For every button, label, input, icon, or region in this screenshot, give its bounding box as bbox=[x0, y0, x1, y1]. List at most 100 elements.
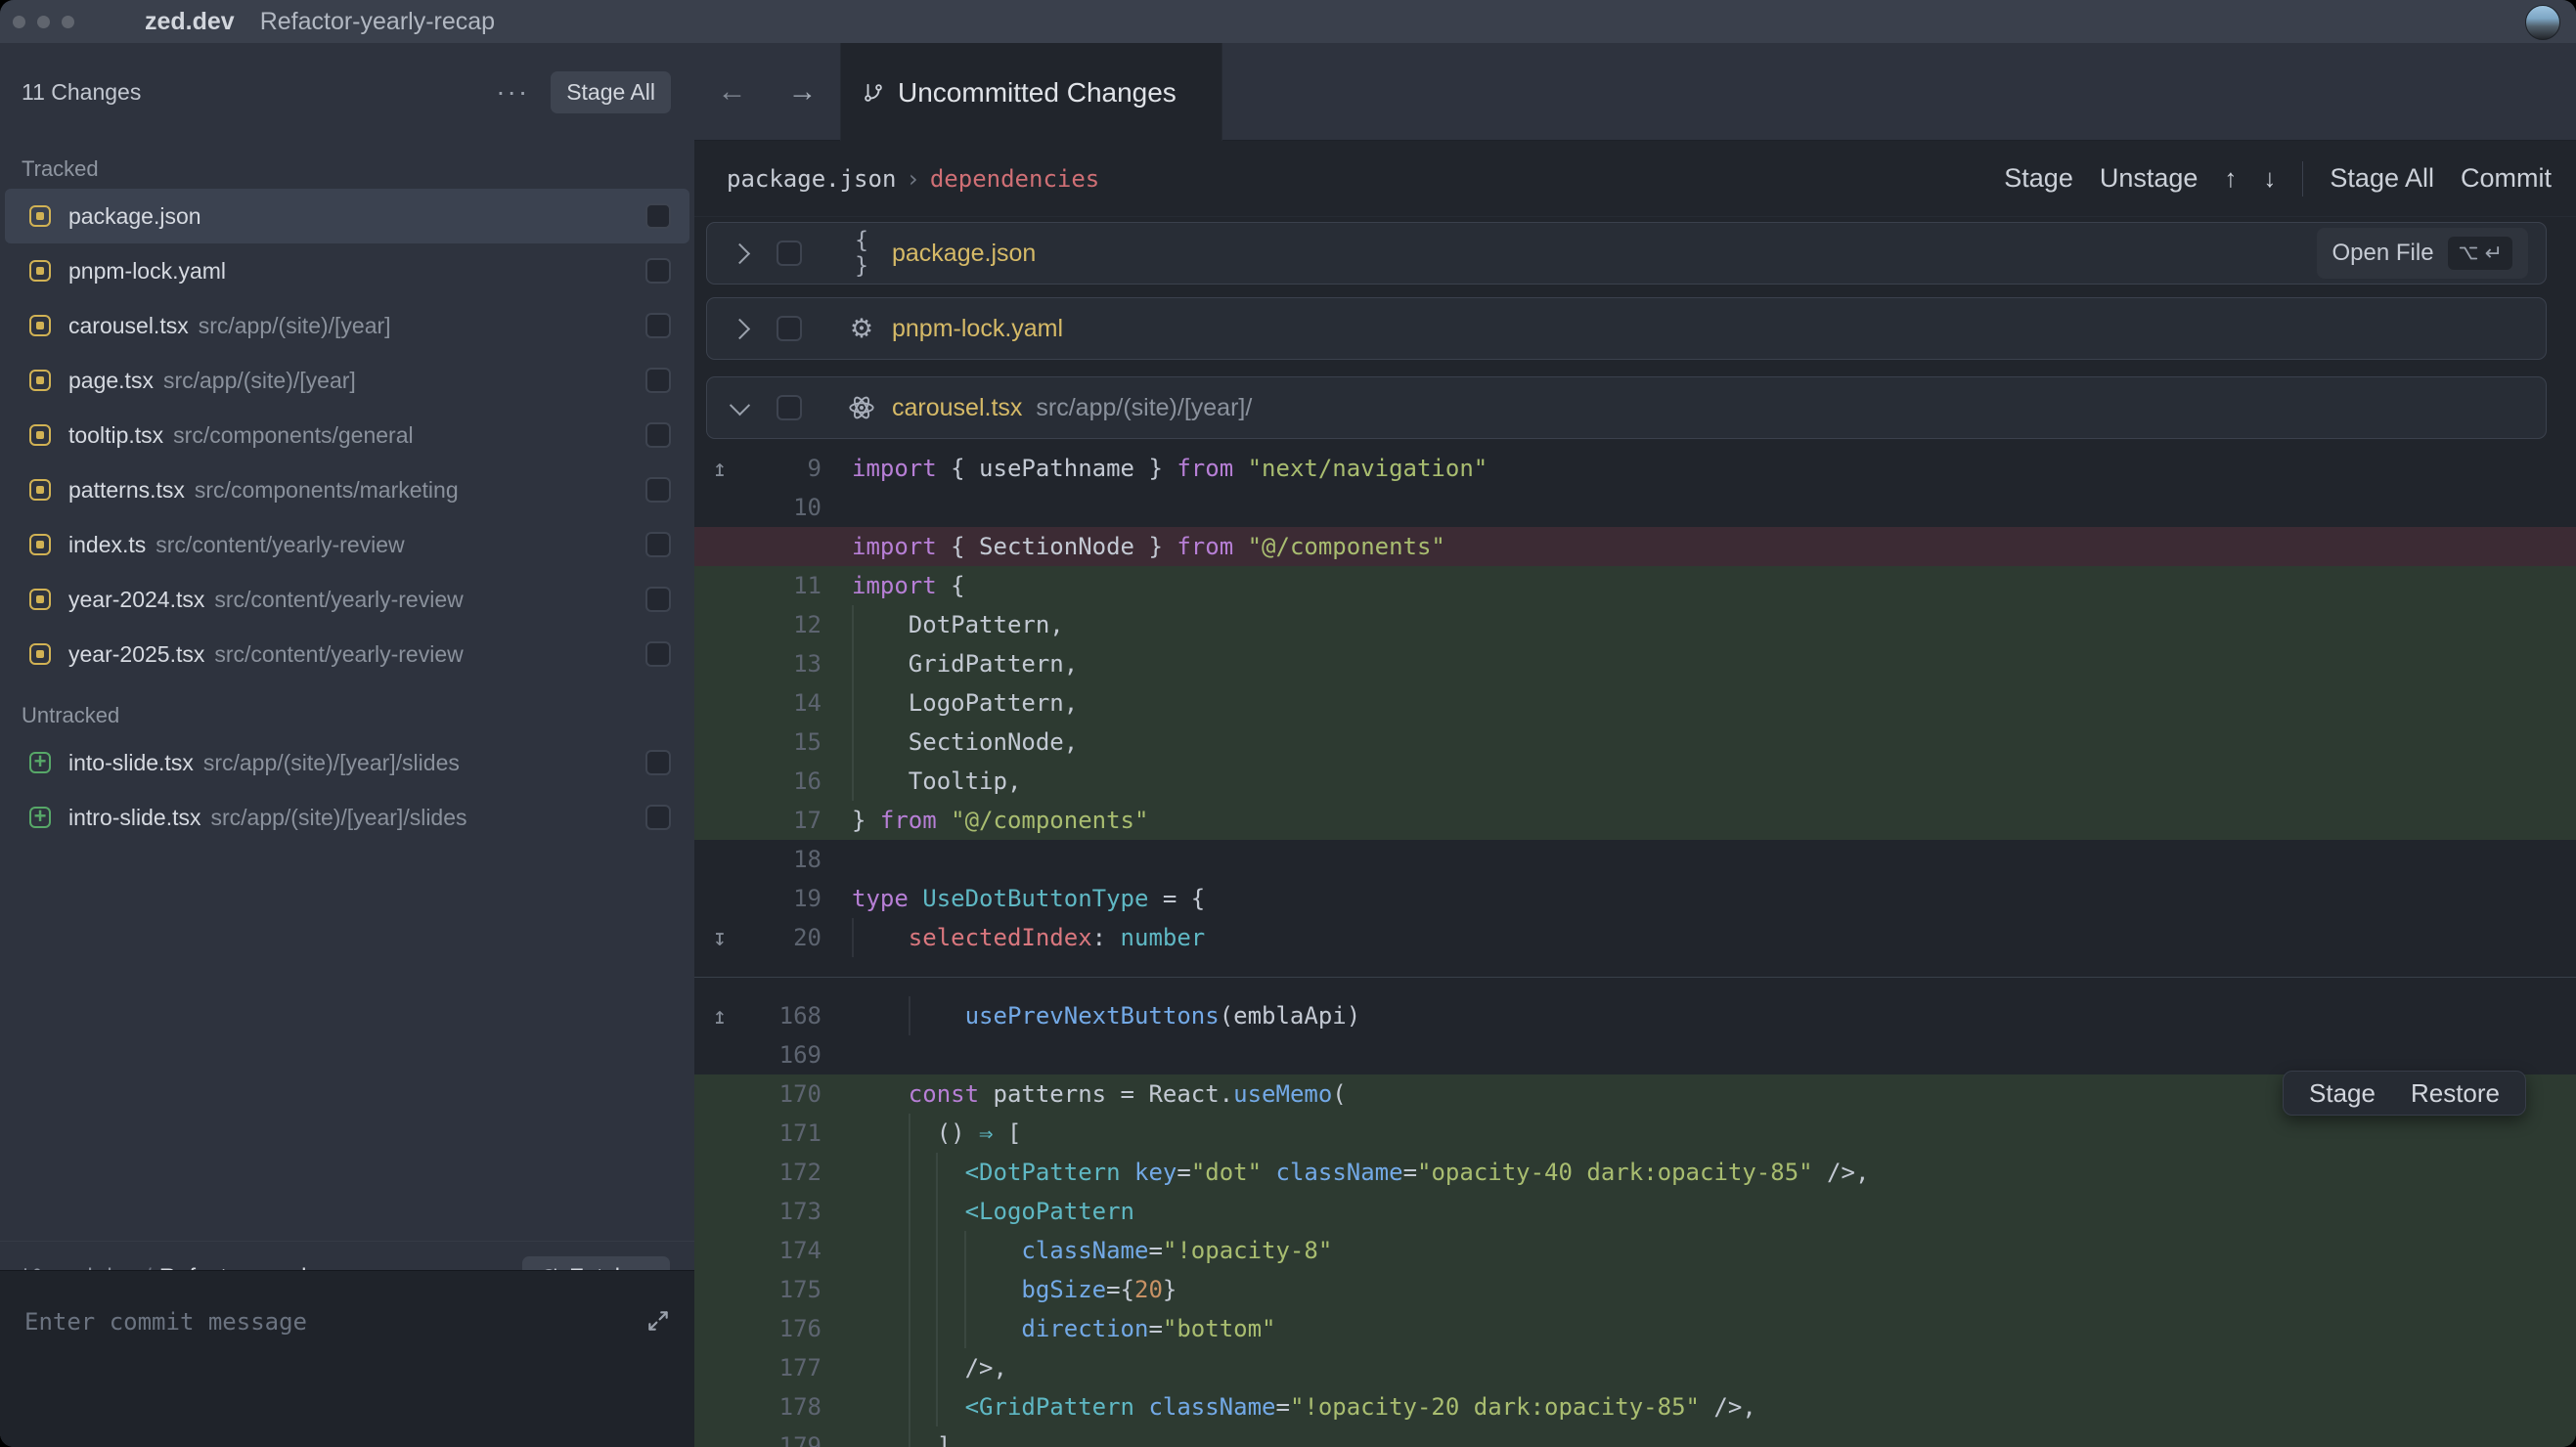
file-checkbox[interactable] bbox=[645, 750, 671, 775]
code-text: GridPattern, bbox=[852, 650, 1078, 678]
added-code-line[interactable]: 177 />, bbox=[694, 1348, 2576, 1387]
panel-stage-all-button[interactable]: Stage All bbox=[551, 71, 671, 113]
stage-button[interactable]: Stage bbox=[2004, 163, 2073, 194]
section-label: Tracked bbox=[0, 141, 694, 189]
sidebar-file-row[interactable]: year-2025.tsxsrc/content/yearly-review bbox=[5, 627, 689, 681]
sidebar-file-row[interactable]: intro-slide.tsxsrc/app/(site)/[year]/sli… bbox=[5, 790, 689, 845]
file-checkbox[interactable] bbox=[645, 368, 671, 393]
code-text: type UseDotButtonType = { bbox=[852, 885, 1205, 912]
code-line[interactable]: 18 bbox=[694, 840, 2576, 879]
code-line[interactable]: 169 bbox=[694, 1035, 2576, 1074]
file-path: src/content/yearly-review bbox=[155, 532, 636, 558]
sidebar-file-row[interactable]: into-slide.tsxsrc/app/(site)/[year]/slid… bbox=[5, 735, 689, 790]
breadcrumb[interactable]: package.json›dependencies bbox=[727, 165, 1099, 193]
added-code-line[interactable]: 173 <LogoPattern bbox=[694, 1192, 2576, 1231]
open-file-label: Open File bbox=[2332, 240, 2434, 267]
file-checkbox[interactable] bbox=[645, 203, 671, 229]
code-text: import { SectionNode } from "@/component… bbox=[852, 533, 1445, 560]
editor-pane: ← → Uncommitted Changes package.json›dep… bbox=[694, 43, 2576, 1447]
sidebar-file-row[interactable]: index.tssrc/content/yearly-review bbox=[5, 517, 689, 572]
tab-uncommitted-changes[interactable]: Uncommitted Changes bbox=[841, 43, 1222, 142]
file-checkbox[interactable] bbox=[645, 258, 671, 284]
line-number: 17 bbox=[737, 807, 822, 834]
expand-up-icon[interactable]: ↥ bbox=[702, 1002, 737, 1030]
expand-down-icon[interactable]: ↧ bbox=[702, 924, 737, 951]
prev-hunk-button[interactable]: ↑ bbox=[2224, 163, 2237, 194]
zoom-window-button[interactable] bbox=[62, 16, 74, 28]
forward-button[interactable]: → bbox=[788, 75, 818, 109]
file-checkbox[interactable] bbox=[777, 241, 802, 266]
code-text: DotPattern, bbox=[852, 611, 1064, 638]
more-menu-icon[interactable]: ··· bbox=[496, 76, 529, 108]
sidebar-file-row[interactable]: tooltip.tsxsrc/components/general bbox=[5, 408, 689, 462]
user-avatar[interactable] bbox=[2525, 5, 2560, 40]
file-checkbox[interactable] bbox=[645, 587, 671, 612]
back-button[interactable]: ← bbox=[718, 75, 747, 109]
shortcut-hint: ↵ bbox=[2448, 237, 2512, 270]
sidebar-file-row[interactable]: page.tsxsrc/app/(site)/[year] bbox=[5, 353, 689, 408]
line-number: 9 bbox=[737, 455, 822, 482]
file-path: src/content/yearly-review bbox=[214, 587, 636, 613]
chevron-right-icon[interactable] bbox=[730, 242, 750, 263]
file-checkbox[interactable] bbox=[645, 313, 671, 338]
added-code-line[interactable]: 14 LogoPattern, bbox=[694, 683, 2576, 723]
toolbar-stage-all-button[interactable]: Stage All bbox=[2330, 163, 2434, 194]
sidebar-file-row[interactable]: patterns.tsxsrc/components/marketing bbox=[5, 462, 689, 517]
added-code-line[interactable]: 11import { bbox=[694, 566, 2576, 605]
hunk-stage-button[interactable]: Stage bbox=[2309, 1078, 2376, 1109]
file-path: src/app/(site)/[year] bbox=[163, 368, 636, 394]
added-code-line[interactable]: 16 Tooltip, bbox=[694, 762, 2576, 801]
commit-button[interactable]: Commit bbox=[2461, 163, 2552, 194]
added-code-line[interactable]: 17} from "@/components" bbox=[694, 801, 2576, 840]
added-code-line[interactable]: 12 DotPattern, bbox=[694, 605, 2576, 644]
file-checkbox[interactable] bbox=[645, 422, 671, 448]
added-code-line[interactable]: 175 bgSize={20} bbox=[694, 1270, 2576, 1309]
indent-guide bbox=[964, 1231, 966, 1348]
code-line[interactable]: ↥9import { usePathname } from "next/navi… bbox=[694, 449, 2576, 488]
code-line[interactable]: ↥168 usePrevNextButtons(emblaApi) bbox=[694, 996, 2576, 1035]
next-hunk-button[interactable]: ↓ bbox=[2263, 163, 2276, 194]
deleted-code-line[interactable]: import { SectionNode } from "@/component… bbox=[694, 527, 2576, 566]
minimize-window-button[interactable] bbox=[37, 16, 50, 28]
git-panel-header: 11 Changes ··· Stage All bbox=[0, 43, 694, 141]
code-text: ] bbox=[852, 1432, 951, 1447]
hunk-restore-button[interactable]: Restore bbox=[2411, 1078, 2500, 1109]
code-text: SectionNode, bbox=[852, 728, 1078, 756]
added-code-line[interactable]: 172 <DotPattern key="dot" className="opa… bbox=[694, 1153, 2576, 1192]
code-line[interactable]: 10 bbox=[694, 488, 2576, 527]
file-checkbox[interactable] bbox=[645, 805, 671, 830]
added-code-line[interactable]: 174 className="!opacity-8" bbox=[694, 1231, 2576, 1270]
code-line[interactable]: 19type UseDotButtonType = { bbox=[694, 879, 2576, 918]
file-checkbox[interactable] bbox=[777, 395, 802, 420]
added-code-line[interactable]: 15 SectionNode, bbox=[694, 723, 2576, 762]
added-code-line[interactable]: 13 GridPattern, bbox=[694, 644, 2576, 683]
code-line[interactable]: ↧20 selectedIndex: number bbox=[694, 918, 2576, 957]
sidebar-file-row[interactable]: year-2024.tsxsrc/content/yearly-review bbox=[5, 572, 689, 627]
file-checkbox[interactable] bbox=[777, 316, 802, 341]
sidebar-file-row[interactable]: package.json bbox=[5, 189, 689, 243]
chevron-down-icon[interactable] bbox=[730, 395, 750, 416]
file-checkbox[interactable] bbox=[645, 477, 671, 503]
expand-up-icon[interactable]: ↥ bbox=[702, 455, 737, 482]
added-code-line[interactable]: 179 ] bbox=[694, 1426, 2576, 1447]
diff-file-card[interactable]: ⚙pnpm-lock.yaml bbox=[706, 297, 2547, 360]
code-text: />, bbox=[852, 1354, 1007, 1381]
close-window-button[interactable] bbox=[13, 16, 25, 28]
history-nav: ← → bbox=[694, 43, 841, 141]
chevron-right-icon[interactable] bbox=[730, 318, 750, 338]
diff-file-card[interactable]: { }package.jsonOpen File↵ bbox=[706, 222, 2547, 285]
commit-message-box[interactable]: Enter commit message bbox=[0, 1270, 694, 1447]
open-file-button[interactable]: Open File ↵ bbox=[2317, 228, 2529, 279]
expand-icon[interactable] bbox=[645, 1308, 671, 1334]
diff-file-card[interactable]: carousel.tsxsrc/app/(site)/[year]/ bbox=[706, 376, 2547, 439]
line-number: 179 bbox=[737, 1432, 822, 1447]
added-code-line[interactable]: 176 direction="bottom" bbox=[694, 1309, 2576, 1348]
sidebar-file-row[interactable]: carousel.tsxsrc/app/(site)/[year] bbox=[5, 298, 689, 353]
file-name: pnpm-lock.yaml bbox=[892, 315, 1063, 343]
file-checkbox[interactable] bbox=[645, 641, 671, 667]
added-code-line[interactable]: 178 <GridPattern className="!opacity-20 … bbox=[694, 1387, 2576, 1426]
sidebar-file-row[interactable]: pnpm-lock.yaml bbox=[5, 243, 689, 298]
added-code-line[interactable]: 171 () ⇒ [ bbox=[694, 1114, 2576, 1153]
file-checkbox[interactable] bbox=[645, 532, 671, 557]
unstage-button[interactable]: Unstage bbox=[2100, 163, 2198, 194]
